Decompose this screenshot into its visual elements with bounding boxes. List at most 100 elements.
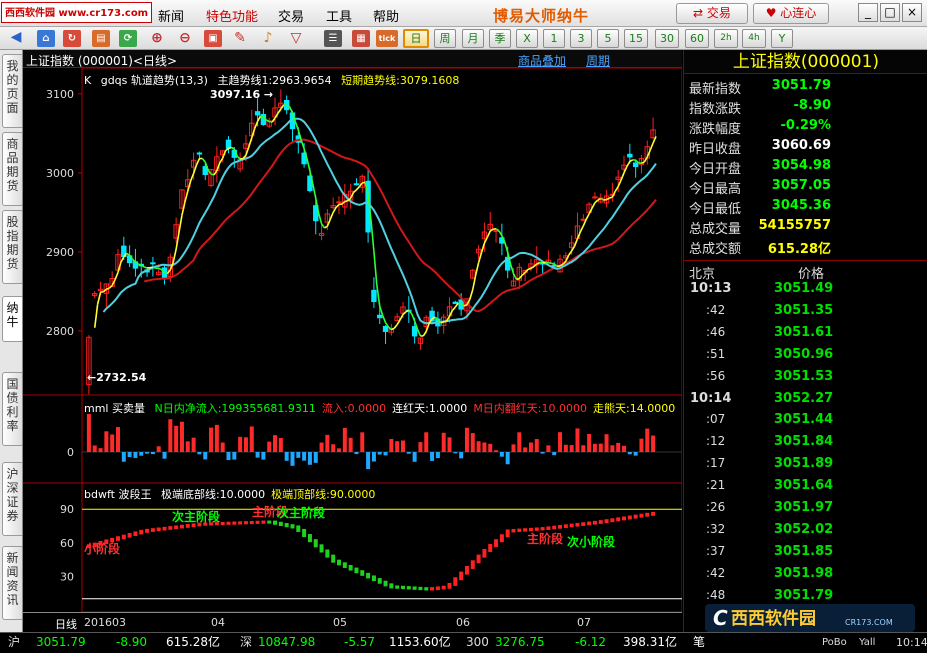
zoom-in-icon[interactable]: ⊕: [148, 30, 166, 47]
short-trend-seg: [440, 321, 444, 324]
grid-icon[interactable]: ▦: [352, 30, 370, 47]
vol-bar: [459, 452, 464, 459]
back-icon[interactable]: ◀: [7, 30, 25, 47]
wave-bar: [179, 524, 184, 529]
period-2h-button[interactable]: 2h: [714, 29, 738, 48]
short-trend-seg: [573, 238, 579, 247]
period-15m-button[interactable]: 15: [624, 29, 648, 48]
zoom-out-icon[interactable]: ⊖: [176, 30, 194, 47]
vol-bar: [156, 446, 161, 452]
tick-row: :07 3051.44: [684, 412, 927, 434]
short-trend-seg: [551, 262, 555, 265]
period-4h-button[interactable]: 4h: [742, 29, 766, 48]
period-week-button[interactable]: 周: [434, 29, 456, 48]
short-trend-seg: [591, 202, 596, 209]
kline-chart[interactable]: 3100300029002800 0 906030小阶段次主阶段 主阶段次主阶段主…: [23, 50, 682, 632]
wave-bar: [592, 520, 597, 525]
menu-help[interactable]: 帮助: [373, 6, 399, 25]
candle-body: [196, 152, 203, 155]
period-month-button[interactable]: 月: [462, 29, 484, 48]
period-5m-button[interactable]: 5: [597, 29, 619, 48]
wave-bar: [528, 527, 533, 532]
short-trend-seg: [138, 263, 142, 266]
wave-y-label: 90: [60, 503, 74, 516]
wave-bar: [470, 560, 475, 569]
wave-bar: [569, 523, 574, 528]
wave-bar: [453, 577, 458, 586]
period-60m-button[interactable]: 60: [685, 29, 709, 48]
status-sz-price: 10847.98: [258, 635, 316, 649]
pencil-icon[interactable]: ✎: [231, 30, 249, 47]
short-trend-seg: [376, 284, 381, 307]
tick-time: :37: [706, 543, 726, 558]
refresh-icon[interactable]: ↻: [63, 30, 81, 47]
wave-bar: [389, 583, 394, 589]
vol-bar: [494, 450, 499, 452]
vol-bar: [110, 434, 115, 452]
filter-icon[interactable]: ▽: [287, 30, 305, 47]
sync-icon[interactable]: ⟳: [119, 30, 137, 47]
overlay-link[interactable]: 商品叠加: [518, 52, 566, 69]
bottom-tab[interactable]: 笔: [693, 633, 705, 652]
sidebar-tab-index-futures[interactable]: 股指期货: [2, 210, 22, 284]
quote-row: 总成交额 615.28亿: [684, 238, 927, 258]
tick-icon[interactable]: tick: [376, 30, 398, 47]
sidebar-tab-naniu[interactable]: 纳牛: [2, 296, 22, 342]
minimize-button[interactable]: _: [858, 3, 878, 22]
wave-bar: [145, 528, 150, 533]
period-day-button[interactable]: 日: [403, 29, 429, 48]
menu-tools[interactable]: 工具: [326, 6, 352, 25]
period-year-button[interactable]: Y: [771, 29, 793, 48]
wave-bar: [639, 513, 644, 518]
connect-button[interactable]: ♥ 心连心: [753, 3, 829, 24]
list-icon[interactable]: ☰: [324, 30, 342, 47]
tick-time: :48: [706, 587, 726, 602]
period-link[interactable]: 周期: [586, 52, 610, 69]
menu-news[interactable]: 新闻: [158, 6, 184, 25]
period-30m-button[interactable]: 30: [655, 29, 679, 48]
bell-icon[interactable]: ♪: [259, 30, 277, 47]
window-icon[interactable]: ▣: [204, 30, 222, 47]
maximize-button[interactable]: □: [880, 3, 900, 22]
menu-features[interactable]: 特色功能: [206, 6, 258, 25]
wave-bar: [325, 549, 330, 558]
wave-bar: [278, 521, 283, 527]
status-300-amount: 398.31亿: [623, 635, 677, 649]
wave-bar: [494, 539, 499, 548]
vol-bar: [203, 452, 208, 460]
chart-area[interactable]: 3100 3000 2900 2800 0 90 60 30 小阶段 次主阶段 主阶段 次主阶段主…: [23, 50, 682, 632]
sidebar-tab-sh-sz-securities[interactable]: 沪深证券: [2, 462, 22, 536]
trade-button[interactable]: ⇄ 交易: [676, 3, 748, 24]
vol-bar: [185, 441, 190, 452]
period-quarter-button[interactable]: 季: [489, 29, 511, 48]
legend-item: 流入:0.0000: [321, 402, 387, 415]
sidebar-tab-my-page[interactable]: 我的页面: [2, 54, 22, 128]
sidebar-tab-news[interactable]: 新闻资讯: [2, 546, 22, 620]
short-trend-seg: [294, 121, 300, 131]
stage-label: 次小阶段: [567, 534, 616, 549]
period-3m-button[interactable]: 3: [570, 29, 592, 48]
tick-row: :37 3051.85: [684, 544, 927, 566]
tick-price: 3051.44: [774, 412, 834, 428]
vol-bar: [424, 432, 429, 452]
save-icon[interactable]: ▤: [92, 30, 110, 47]
home-icon[interactable]: ⌂: [37, 30, 55, 47]
period-x-button[interactable]: X: [516, 29, 538, 48]
sidebar-tab-treasury-rates[interactable]: 国债利率: [2, 372, 22, 446]
short-trend-seg: [228, 146, 232, 150]
close-button[interactable]: ×: [902, 3, 922, 22]
wave-bar: [610, 518, 615, 523]
svg-text:西西软件园: 西西软件园: [731, 608, 816, 629]
legend-item: 极端顶部线:90.0000: [271, 488, 376, 501]
period-1m-button[interactable]: 1: [543, 29, 565, 48]
sidebar-tab-commodity-futures[interactable]: 商品期货: [2, 132, 22, 206]
short-trend-seg: [184, 190, 189, 203]
menu-trade[interactable]: 交易: [278, 6, 304, 25]
wave-bar: [552, 525, 557, 530]
vol-bar: [569, 445, 574, 452]
tick-price: 3051.89: [774, 456, 834, 472]
wave-bar: [482, 548, 487, 558]
status-sz-change: -5.57: [344, 635, 376, 649]
x-axis: 日线 201603 04 05 06 07: [23, 612, 682, 632]
short-trend-seg: [451, 306, 456, 312]
